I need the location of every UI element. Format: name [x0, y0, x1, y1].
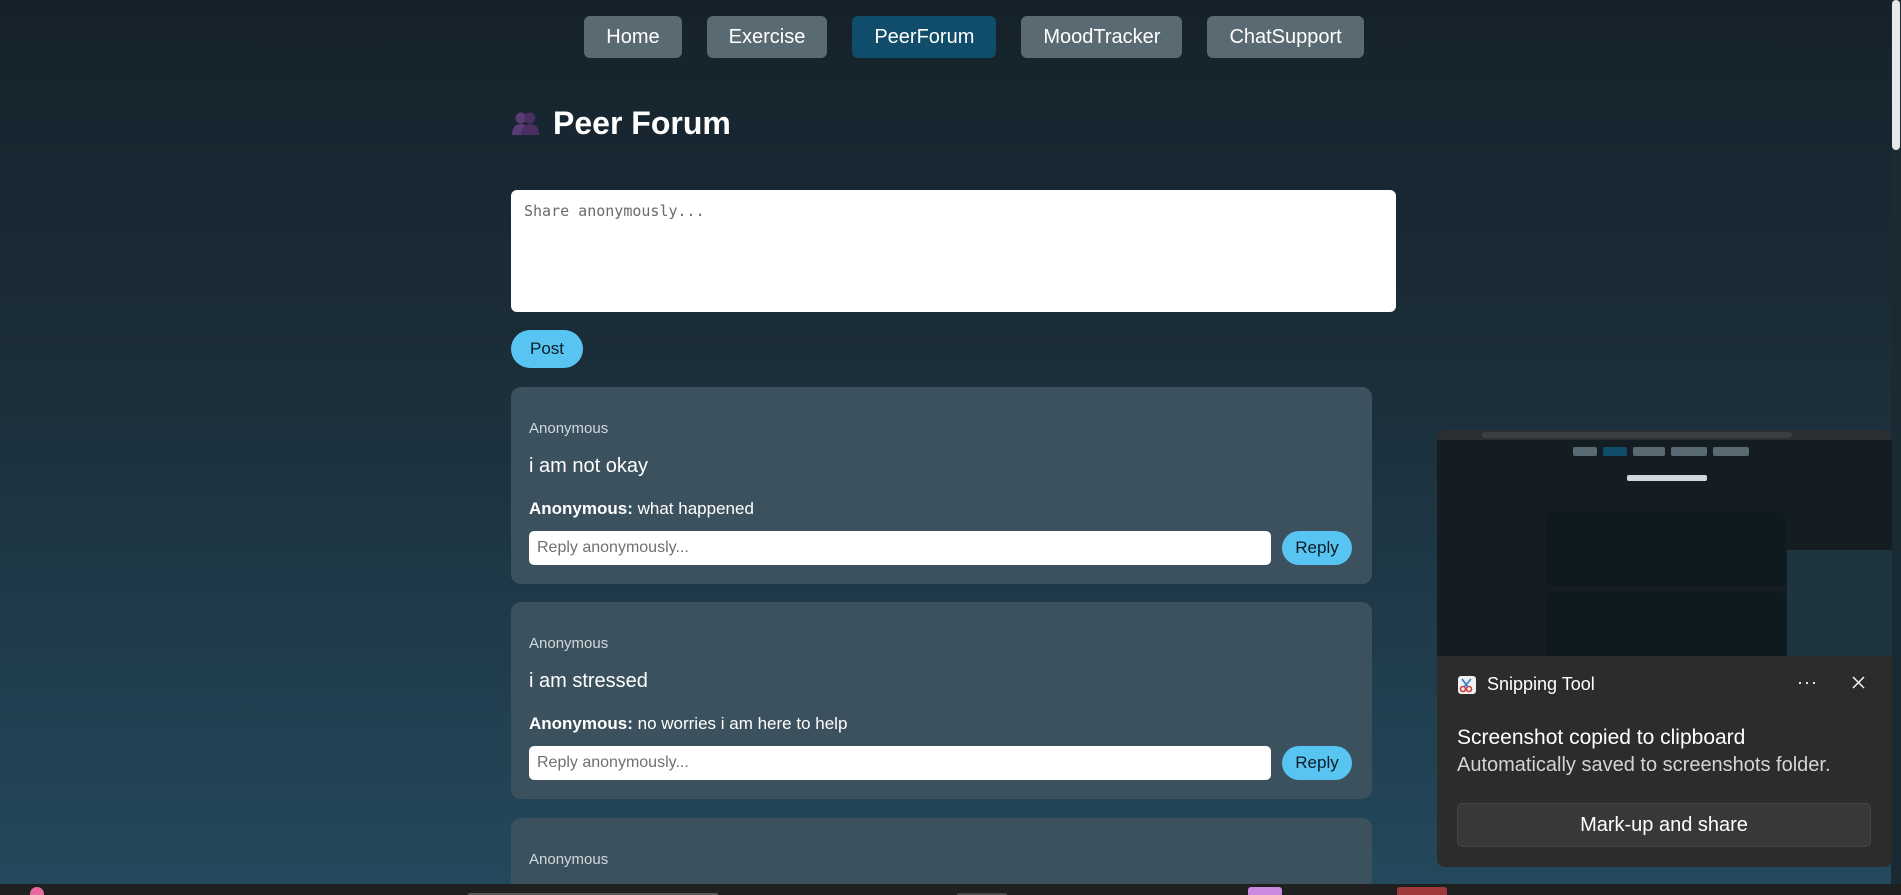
- reply-author: Anonymous:: [529, 714, 633, 733]
- reply-button[interactable]: Reply: [1282, 746, 1352, 780]
- taskbar-app-icon[interactable]: [1397, 887, 1447, 895]
- close-icon[interactable]: [1850, 672, 1868, 692]
- reply-input[interactable]: [529, 746, 1271, 780]
- reply-input[interactable]: [529, 531, 1271, 565]
- reply-text: no worries i am here to help: [637, 714, 848, 733]
- taskbar-app-icon[interactable]: [30, 887, 44, 895]
- post-author: Anonymous: [529, 420, 609, 437]
- nav-peerforum-button[interactable]: PeerForum: [852, 16, 997, 58]
- reply-author: Anonymous:: [529, 499, 633, 518]
- more-options-icon[interactable]: ···: [1797, 672, 1818, 693]
- post-card: Anonymous i am stressed Anonymous: no wo…: [511, 602, 1372, 799]
- taskbar-app-icon[interactable]: [1248, 887, 1282, 895]
- nav-home-button[interactable]: Home: [584, 16, 682, 58]
- reply-text: what happened: [637, 499, 754, 518]
- preview-nav: [1573, 447, 1749, 456]
- scrollbar-thumb[interactable]: [1892, 0, 1900, 150]
- post-button[interactable]: Post: [511, 330, 583, 368]
- nav-chatsupport-button[interactable]: ChatSupport: [1207, 16, 1364, 58]
- preview-heading: [1627, 475, 1707, 481]
- page-title: Peer Forum: [511, 100, 1396, 146]
- notification-subtitle: Automatically saved to screenshots folde…: [1457, 754, 1831, 776]
- forum-main: Peer Forum Post Anonymous i am not okay …: [511, 100, 1396, 888]
- post-card: Anonymous i am not okay Anonymous: what …: [511, 387, 1372, 584]
- nav-exercise-button[interactable]: Exercise: [706, 16, 828, 58]
- post-author: Anonymous: [529, 635, 609, 652]
- preview-card: [1547, 592, 1785, 656]
- taskbar: [0, 884, 1901, 895]
- notification-title: Screenshot copied to clipboard: [1457, 726, 1746, 749]
- post-card: Anonymous: [511, 818, 1372, 888]
- share-textarea[interactable]: [511, 190, 1396, 312]
- busts-in-silhouette-icon: [511, 108, 541, 138]
- snipping-tool-notification: Snipping Tool ··· Screenshot copied to c…: [1437, 656, 1892, 867]
- screenshot-preview-thumbnail[interactable]: [1437, 430, 1892, 656]
- top-nav: Home Exercise PeerForum MoodTracker Chat…: [0, 16, 1901, 58]
- notification-header: Snipping Tool: [1457, 674, 1595, 695]
- snipping-tool-icon: [1457, 675, 1477, 695]
- preview-browser-bar: [1437, 430, 1892, 440]
- post-text: i am stressed: [529, 670, 648, 692]
- post-author: Anonymous: [529, 851, 609, 868]
- notification-app-name: Snipping Tool: [1487, 674, 1595, 694]
- preview-side-panel: [1787, 550, 1892, 656]
- page-title-text: Peer Forum: [553, 104, 731, 141]
- nav-moodtracker-button[interactable]: MoodTracker: [1021, 16, 1183, 58]
- preview-card: [1547, 512, 1785, 586]
- reply-button[interactable]: Reply: [1282, 531, 1352, 565]
- reply-item: Anonymous: what happened: [529, 499, 754, 519]
- page-scrollbar[interactable]: [1891, 0, 1901, 884]
- reply-item: Anonymous: no worries i am here to help: [529, 714, 847, 734]
- post-text: i am not okay: [529, 455, 648, 477]
- markup-and-share-button[interactable]: Mark-up and share: [1457, 803, 1871, 847]
